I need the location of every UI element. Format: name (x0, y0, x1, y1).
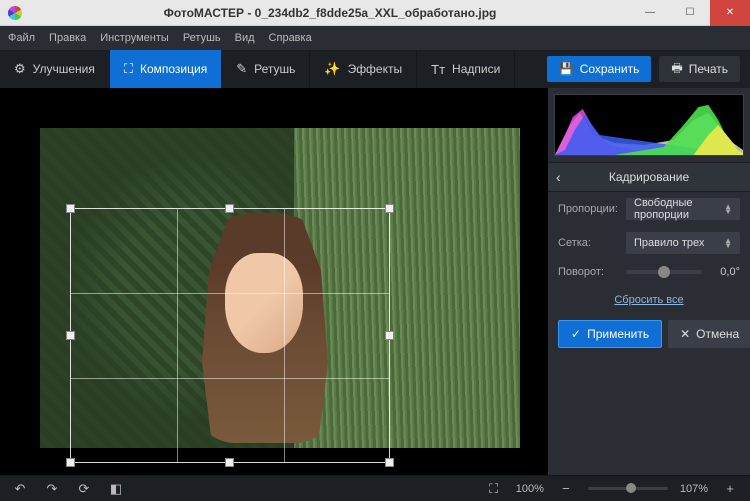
history-button[interactable]: ⟳ (74, 479, 94, 499)
crop-rect[interactable] (70, 208, 390, 463)
rotate-slider[interactable] (626, 270, 702, 274)
compare-button[interactable]: ◧ (106, 479, 126, 499)
zoom-out-button[interactable]: − (556, 479, 576, 499)
tab-retouch[interactable]: ✎Ретушь (222, 50, 310, 88)
panel-header: ‹ Кадрирование (548, 162, 750, 192)
panel-title: Кадрирование (609, 170, 689, 184)
chevron-updown-icon: ▲▼ (724, 204, 732, 214)
print-button[interactable]: 🖶Печать (659, 56, 740, 82)
chevron-updown-icon: ▲▼ (724, 238, 732, 248)
wand-icon: ✨ (324, 61, 340, 77)
tab-effects[interactable]: ✨Эффекты (310, 50, 417, 88)
canvas[interactable] (0, 88, 548, 475)
crop-handle-n[interactable] (225, 204, 234, 213)
grid-label: Сетка: (558, 237, 618, 249)
rotate-label: Поворот: (558, 266, 618, 278)
close-button[interactable]: ✕ (710, 0, 750, 26)
window-title: ФотоМАСТЕР - 0_234db2_f8dde25a_XXL_обраб… (30, 6, 630, 20)
save-icon: 💾 (559, 62, 574, 76)
check-icon: ✓ (571, 327, 581, 341)
statusbar: ↶ ↷ ⟳ ◧ ⛶ 100% − 107% + (0, 475, 750, 501)
rotate-value: 0,0° (710, 266, 740, 278)
minimize-button[interactable]: — (630, 0, 670, 26)
tabbar: ⚙Улучшения ⛶Композиция ✎Ретушь ✨Эффекты … (0, 50, 750, 88)
crop-handle-ne[interactable] (385, 204, 394, 213)
zoom-value: 107% (680, 483, 708, 495)
slider-thumb[interactable] (658, 266, 670, 278)
menu-edit[interactable]: Правка (49, 32, 86, 44)
grid-select[interactable]: Правило трех ▲▼ (626, 232, 740, 254)
histogram (554, 94, 744, 156)
menu-help[interactable]: Справка (269, 32, 312, 44)
maximize-button[interactable]: ☐ (670, 0, 710, 26)
text-icon: Tᴛ (431, 62, 445, 77)
back-button[interactable]: ‹ (556, 169, 561, 185)
zoom-in-button[interactable]: + (720, 479, 740, 499)
crop-handle-sw[interactable] (66, 458, 75, 467)
sliders-icon: ⚙ (14, 61, 26, 77)
fit-button[interactable]: ⛶ (484, 479, 504, 499)
menu-view[interactable]: Вид (235, 32, 255, 44)
zoom-slider[interactable] (588, 487, 668, 490)
crop-handle-nw[interactable] (66, 204, 75, 213)
reset-link[interactable]: Сбросить все (614, 294, 683, 306)
menubar: Файл Правка Инструменты Ретушь Вид Справ… (0, 26, 750, 50)
proportions-label: Пропорции: (558, 203, 618, 215)
tab-composition[interactable]: ⛶Композиция (110, 50, 222, 88)
zoom-thumb[interactable] (626, 483, 636, 493)
apply-button[interactable]: ✓Применить (558, 320, 662, 348)
crop-handle-s[interactable] (225, 458, 234, 467)
crop-handle-w[interactable] (66, 331, 75, 340)
undo-button[interactable]: ↶ (10, 479, 30, 499)
tab-enhance[interactable]: ⚙Улучшения (0, 50, 110, 88)
zoom-fit-value: 100% (516, 483, 544, 495)
print-icon: 🖶 (671, 59, 682, 80)
app-icon (8, 6, 22, 20)
menu-tools[interactable]: Инструменты (100, 32, 169, 44)
brush-icon: ✎ (236, 61, 247, 77)
crop-handle-se[interactable] (385, 458, 394, 467)
close-icon: ✕ (680, 327, 690, 341)
redo-button[interactable]: ↷ (42, 479, 62, 499)
save-button[interactable]: 💾Сохранить (547, 56, 652, 82)
tab-captions[interactable]: TᴛНадписи (417, 50, 515, 88)
cancel-button[interactable]: ✕Отмена (668, 320, 750, 348)
proportions-select[interactable]: Свободные пропорции ▲▼ (626, 198, 740, 220)
crop-icon: ⛶ (124, 61, 133, 77)
menu-file[interactable]: Файл (8, 32, 35, 44)
crop-handle-e[interactable] (385, 331, 394, 340)
menu-retouch[interactable]: Ретушь (183, 32, 221, 44)
sidebar: ‹ Кадрирование Пропорции: Свободные проп… (548, 88, 750, 475)
titlebar: ФотоМАСТЕР - 0_234db2_f8dde25a_XXL_обраб… (0, 0, 750, 26)
